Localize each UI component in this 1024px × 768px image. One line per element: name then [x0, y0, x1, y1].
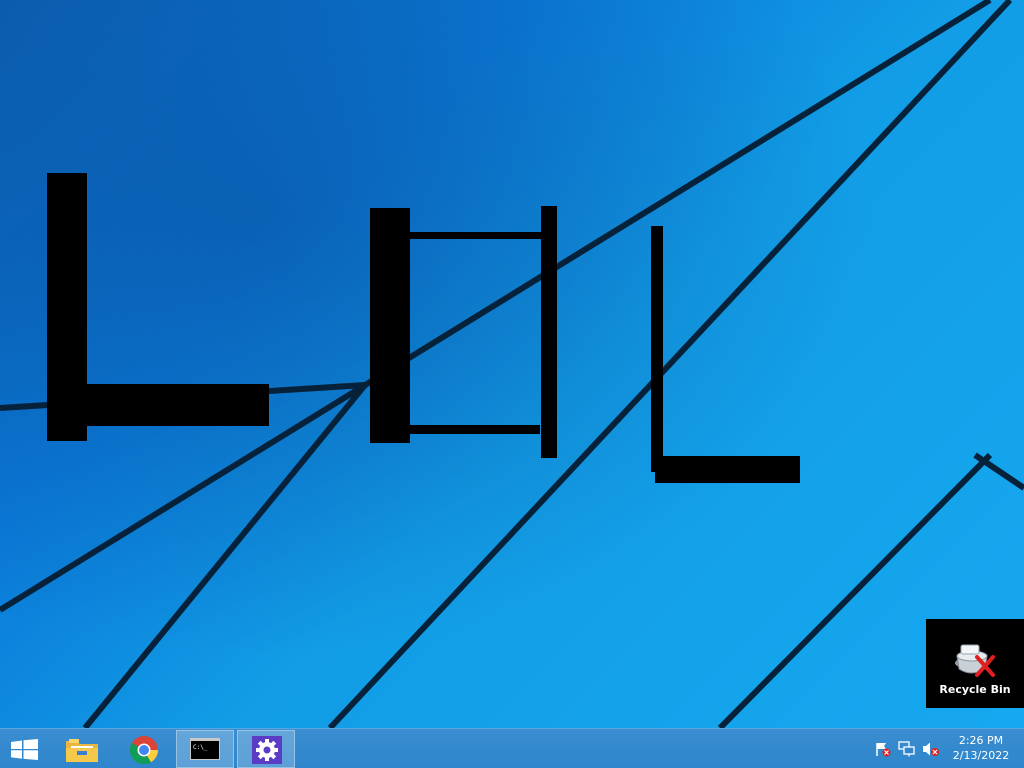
recycle-bin-label: Recycle Bin [939, 683, 1011, 696]
wallpaper [0, 0, 1024, 728]
start-button[interactable] [0, 730, 48, 768]
command-prompt-taskbar-button[interactable]: C:\_ [176, 730, 234, 768]
volume-muted-icon[interactable] [922, 741, 940, 757]
network-icon[interactable] [898, 741, 916, 757]
clock-date: 2/13/2022 [952, 749, 1010, 762]
file-explorer-taskbar-button[interactable] [56, 730, 108, 768]
drawing-stroke [405, 425, 540, 434]
cmd-icon: C:\_ [190, 738, 220, 760]
drawing-stroke [655, 456, 800, 483]
windows-logo-icon [11, 739, 38, 760]
drawing-stroke [651, 226, 663, 472]
desktop[interactable]: Recycle Bin [0, 0, 1024, 728]
gear-icon [252, 736, 282, 764]
drawing-stroke [47, 384, 269, 426]
taskbar: C:\_ 2:26 PM 2/13/2022 [0, 728, 1024, 768]
folder-icon [66, 739, 98, 762]
action-center-flag-icon[interactable] [874, 741, 892, 757]
clock-time: 2:26 PM [958, 734, 1004, 747]
drawing-stroke [405, 232, 545, 239]
drawing-stroke [370, 208, 410, 443]
chrome-taskbar-button[interactable] [116, 730, 172, 768]
recycle-bin-icon [955, 644, 995, 677]
settings-taskbar-button[interactable] [237, 730, 295, 768]
system-tray [868, 730, 948, 768]
svg-text:C:\_: C:\_ [193, 744, 208, 751]
drawing-stroke [541, 206, 557, 458]
chrome-icon [129, 736, 158, 765]
recycle-bin-desktop-icon[interactable]: Recycle Bin [926, 619, 1024, 708]
clock[interactable]: 2:26 PM 2/13/2022 [948, 733, 1014, 767]
